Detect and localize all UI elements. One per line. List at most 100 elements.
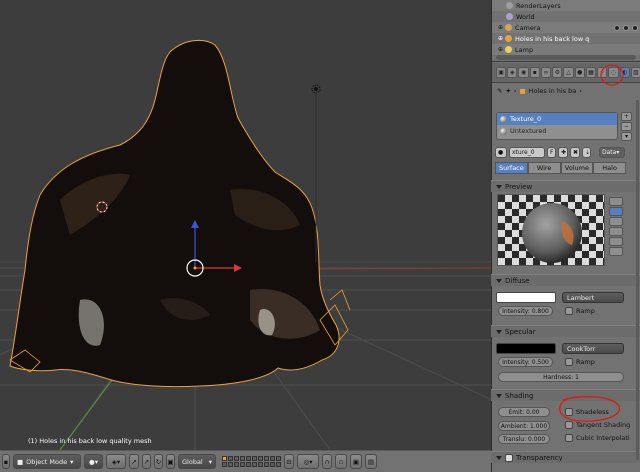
material-slot-list[interactable]: Texture_0 Untextured — [496, 112, 618, 140]
opengl-anim-button[interactable]: ▤ — [365, 454, 377, 469]
pivot-point-button[interactable]: ◈▾ — [106, 454, 126, 469]
world-tab-icon[interactable]: ◉ — [518, 67, 529, 78]
tab-wire[interactable]: Wire — [527, 162, 561, 174]
transparency-checkbox[interactable] — [505, 453, 513, 462]
emit-field[interactable]: Emit: 0.00 — [498, 407, 550, 417]
outliner-item[interactable]: RenderLayers — [492, 0, 640, 11]
remove-slot-button[interactable]: − — [621, 122, 632, 131]
unlink-material-button[interactable]: ✖ — [570, 147, 580, 158]
lock-icon: ⊟ — [286, 457, 292, 466]
tab-volume[interactable]: Volume — [560, 162, 594, 174]
diffuse-shader-dropdown[interactable]: Lambert — [562, 292, 624, 303]
world-icon — [506, 13, 513, 20]
expand-icon: ⊕ — [498, 35, 504, 42]
fake-user-button[interactable]: F — [547, 147, 556, 158]
breadcrumb: ✎ ✦ › ■ Holes in his ba › — [497, 87, 582, 95]
diffuse-ramp-checkbox[interactable]: Ramp — [565, 307, 595, 315]
tab-halo[interactable]: Halo — [593, 162, 626, 174]
modifiers-tab-icon[interactable]: ⚙ — [552, 67, 563, 78]
ambient-field[interactable]: Ambient: 1.000 — [498, 421, 550, 431]
manipulator-toggle[interactable]: ↗ — [129, 454, 139, 469]
scale-icon: ▣ — [167, 457, 174, 466]
preview-flat-button[interactable] — [609, 197, 623, 206]
outliner-item[interactable]: ⊕ Lamp — [492, 44, 640, 55]
specular-intensity-field[interactable]: Intensity: 0.500 — [498, 357, 553, 367]
list-item[interactable]: Untextured — [497, 125, 617, 137]
constraints-tab-icon[interactable]: ∞ — [540, 67, 552, 78]
preview-cube-button[interactable] — [609, 217, 623, 226]
material-name-field[interactable]: xture_0 — [509, 147, 545, 158]
extra-tab-icon[interactable]: ▧ — [630, 67, 640, 78]
outliner-item[interactable]: ⊕ Holes in his back low q — [492, 33, 640, 44]
material-sphere-icon — [500, 127, 507, 135]
rotate-icon: ↻ — [155, 457, 162, 466]
pin-icon[interactable]: ✎ — [497, 87, 502, 95]
object-tab-icon[interactable]: ▪ — [529, 67, 540, 78]
material-tab-icon[interactable]: ● — [574, 67, 585, 78]
material-browse-button[interactable]: ● — [495, 147, 507, 158]
layer-buttons[interactable] — [222, 456, 281, 467]
snap-element-icon: ▫ — [338, 457, 344, 466]
visibility-toggles[interactable] — [614, 24, 638, 31]
preview-monkey-button[interactable] — [609, 227, 623, 236]
preview-type-buttons — [609, 197, 623, 256]
expand-icon: ⊕ — [498, 24, 504, 31]
outliner-item[interactable]: World — [492, 11, 640, 22]
scene-tab-icon[interactable]: ◈ — [507, 67, 518, 78]
diffuse-panel-header[interactable]: Diffuse — [491, 274, 640, 286]
scale-button[interactable]: ▣ — [166, 454, 175, 469]
mode-selector[interactable]: ■ Object Mode ▾ — [13, 454, 81, 469]
collapse-triangle-icon — [496, 184, 502, 189]
preview-hair-button[interactable] — [609, 237, 623, 246]
add-slot-button[interactable]: + — [621, 112, 632, 121]
collapse-triangle-icon — [496, 455, 502, 460]
transparency-panel-header[interactable]: Transparency — [491, 451, 640, 463]
outliner-item[interactable]: ⊕ Camera — [492, 22, 640, 33]
snap-element-button[interactable]: ▫ — [335, 454, 347, 469]
properties-scrollbar[interactable] — [636, 100, 639, 460]
diffuse-intensity-field[interactable]: Intensity: 0.800 — [498, 306, 553, 316]
outliner-scrollbar[interactable] — [496, 55, 636, 60]
3d-viewport[interactable]: (1) Holes in his back low quality mesh — [0, 0, 491, 450]
collapse-triangle-icon — [496, 278, 502, 283]
lock-layers-button[interactable]: ⊟ — [284, 454, 294, 469]
list-item[interactable]: Texture_0 — [497, 113, 617, 125]
camera-icon: ▣ — [352, 457, 360, 466]
texture-tab-icon[interactable]: ▦ — [585, 67, 597, 78]
arrow-icon: ↗ — [143, 457, 150, 466]
preview-sky-button[interactable] — [609, 247, 623, 256]
slot-buttons: + − ▾ — [621, 112, 632, 141]
viewport-shading-button[interactable]: ●▾ — [84, 454, 103, 469]
link-menu-button[interactable]: ⇣ — [582, 147, 591, 158]
translucency-field[interactable]: Translu: 0.000 — [498, 434, 550, 444]
orientation-selector[interactable]: Global ▾ — [178, 454, 216, 469]
film-icon: ▤ — [367, 457, 375, 466]
chevron-down-icon: ▾ — [70, 457, 74, 466]
chevron-down-icon: ▾ — [616, 149, 620, 156]
chevron-right-icon: › — [513, 87, 517, 95]
specular-color-swatch[interactable] — [496, 343, 556, 354]
add-material-button[interactable]: ✚ — [558, 147, 568, 158]
tab-surface[interactable]: Surface — [495, 162, 528, 174]
camera-icon — [505, 24, 513, 31]
specular-panel-header[interactable]: Specular — [491, 325, 640, 337]
editor-type-button[interactable]: ▪ — [2, 454, 10, 469]
slot-menu-button[interactable]: ▾ — [621, 132, 632, 141]
cubic-interpolation-checkbox[interactable]: Cubic Interpolati — [565, 434, 630, 442]
rotate-button[interactable]: ↻ — [154, 454, 163, 469]
data-tab-icon[interactable]: △ — [563, 67, 574, 78]
opengl-render-button[interactable]: ▣ — [350, 454, 362, 469]
specular-ramp-checkbox[interactable]: Ramp — [565, 358, 595, 366]
translate-button[interactable]: ↗ — [142, 454, 151, 469]
hardness-field[interactable]: Hardness: 1 — [498, 372, 624, 382]
preview-panel-header[interactable]: Preview — [491, 180, 640, 192]
snap-toggle[interactable]: ∩ — [322, 454, 332, 469]
link-type-dropdown[interactable]: Data ▾ — [599, 147, 625, 158]
outliner[interactable]: RenderLayers World ⊕ Camera ⊕ Holes in h… — [492, 0, 640, 62]
proportional-edit-button[interactable]: ◎▾ — [297, 454, 319, 469]
object-mode-icon: ■ — [17, 457, 24, 466]
render-tab-icon[interactable]: ▣ — [496, 67, 507, 78]
preview-sphere-button[interactable] — [609, 207, 623, 216]
specular-shader-dropdown[interactable]: CookTorr — [562, 343, 624, 354]
diffuse-color-swatch[interactable] — [496, 292, 556, 303]
